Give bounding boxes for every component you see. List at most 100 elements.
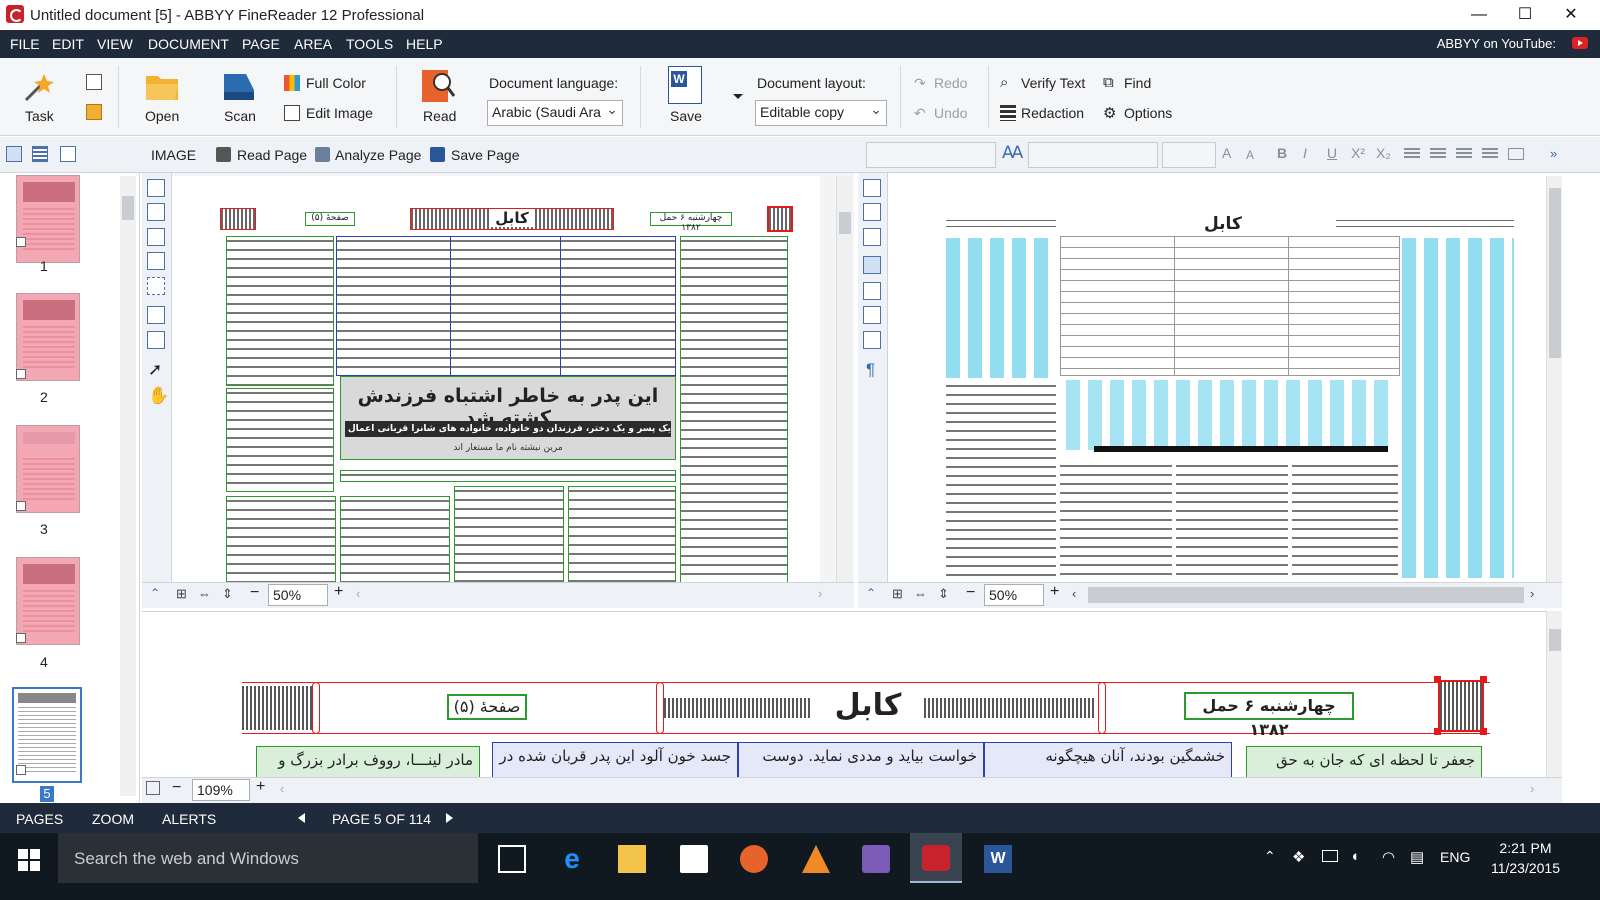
alerts-tab[interactable]: ALERTS <box>162 811 216 827</box>
redaction-icon[interactable] <box>1000 105 1016 121</box>
details-view-icon[interactable] <box>32 146 48 162</box>
justify-icon[interactable] <box>1482 148 1498 160</box>
menu-help[interactable]: HELP <box>406 36 443 52</box>
text-region[interactable] <box>226 388 334 492</box>
table-region[interactable] <box>336 236 676 376</box>
menu-edit[interactable]: EDIT <box>52 36 84 52</box>
zoom-col3-region[interactable]: خواست بیاید و مددی نماید. دوست <box>738 742 984 777</box>
maximize-button[interactable]: ☐ <box>1502 0 1548 30</box>
image-pane-scrollbar[interactable] <box>836 176 852 582</box>
read-page-button[interactable]: Read Page <box>237 147 307 163</box>
task-wand-icon[interactable] <box>20 70 60 104</box>
collapse-up-icon[interactable]: ⌃ <box>866 586 876 600</box>
minimize-button[interactable]: — <box>1456 0 1502 30</box>
menu-page[interactable]: PAGE <box>242 36 280 52</box>
task-button[interactable]: Task <box>25 108 54 124</box>
masthead-region[interactable]: کابل <box>410 208 614 230</box>
volume-icon[interactable]: ◖ <box>1350 848 1359 865</box>
edge-browser-icon[interactable]: e <box>558 845 586 873</box>
italic-button[interactable]: I <box>1303 145 1307 161</box>
full-color-button[interactable]: Full Color <box>306 75 366 91</box>
zoom-col2-region[interactable]: جسد خون آلود این پدر قربان شده در <box>492 742 738 777</box>
pointer-tool-icon[interactable]: ➚ <box>148 360 162 380</box>
verify-text-button[interactable]: Verify Text <box>1021 75 1085 91</box>
word-save-icon[interactable]: W <box>668 66 702 104</box>
scroll-left-icon[interactable]: ‹ <box>1072 586 1076 601</box>
find-binoculars-icon[interactable]: ⧉ <box>1103 74 1114 91</box>
menu-file[interactable]: FILE <box>10 36 40 52</box>
table-icon[interactable] <box>1508 148 1524 160</box>
text-zoom-select[interactable]: 50% <box>984 584 1044 606</box>
text-pane-hscroll-thumb[interactable] <box>1088 587 1524 603</box>
page-thumbnail-1[interactable] <box>16 175 80 263</box>
next-page-icon[interactable] <box>446 813 453 823</box>
bold-button[interactable]: B <box>1277 145 1287 161</box>
store-icon[interactable] <box>680 845 708 873</box>
verify-text-icon[interactable]: ⌕ <box>1000 74 1008 91</box>
firefox-icon[interactable] <box>740 845 768 873</box>
file-explorer-icon[interactable] <box>618 845 646 873</box>
save-page-button[interactable]: Save Page <box>451 147 520 163</box>
analyze-page-icon[interactable] <box>315 147 330 162</box>
document-layout-select[interactable]: Editable copy <box>755 100 887 126</box>
read-icon[interactable] <box>420 68 456 104</box>
image-zoom-select[interactable]: 50% <box>268 584 328 606</box>
youtube-icon[interactable] <box>1572 37 1588 49</box>
new-doc-icon[interactable] <box>86 74 102 90</box>
save-page-icon[interactable] <box>430 147 445 162</box>
collapse-up-icon[interactable]: ⌃ <box>150 586 160 600</box>
align-left-icon[interactable] <box>1404 148 1420 160</box>
menu-tools[interactable]: TOOLS <box>346 36 393 52</box>
zoom-in-button[interactable]: + <box>334 583 343 601</box>
style-select[interactable] <box>866 142 996 168</box>
battery-icon[interactable] <box>1322 850 1338 862</box>
page-image-canvas[interactable]: صفحهٔ (۵) کابل چهارشنبه ۶ حمل ۱۳۸۲ این پ… <box>172 176 820 582</box>
action-center-icon[interactable]: ▤ <box>1410 848 1424 866</box>
zoom-col5-region[interactable]: جعفر تا لحظه ای که جان به حق <box>1246 746 1482 777</box>
zoom-in-button[interactable]: + <box>1050 583 1059 601</box>
read-button[interactable]: Read <box>423 108 456 124</box>
font-select[interactable] <box>1028 142 1158 168</box>
menu-view[interactable]: VIEW <box>97 36 133 52</box>
finereader-app-icon[interactable] <box>6 5 24 23</box>
pilcrow-icon[interactable]: ¶ <box>866 360 875 380</box>
scroll-left-icon[interactable]: ‹ <box>280 781 284 796</box>
text-region[interactable] <box>454 486 564 582</box>
fit-width-icon[interactable]: ⇔ <box>914 586 927 601</box>
save-dropdown-icon[interactable] <box>733 94 743 99</box>
headline-picture-region[interactable]: این پدر به خاطر اشتباه فرزندش کشته شد یک… <box>340 376 676 460</box>
page-thumbnail-2[interactable] <box>16 293 80 381</box>
align-center-icon[interactable] <box>1430 148 1446 160</box>
text-region[interactable] <box>226 496 336 582</box>
shrink-font-button[interactable]: A <box>1246 148 1254 162</box>
open-folder-icon[interactable] <box>144 70 180 102</box>
fit-height-icon[interactable]: ⇕ <box>938 586 949 602</box>
taskbar-clock[interactable]: 2:21 PM 11/23/2015 <box>1491 838 1560 878</box>
menu-area[interactable]: AREA <box>294 36 332 52</box>
undo-icon[interactable]: ↶ <box>914 105 926 122</box>
zoom-in-button[interactable]: + <box>256 778 265 796</box>
fit-height-icon[interactable]: ⇕ <box>222 586 233 602</box>
scroll-right-icon[interactable]: › <box>818 586 822 601</box>
edit-image-icon[interactable] <box>284 105 300 121</box>
scanner-icon[interactable] <box>220 70 258 104</box>
zoom-out-button[interactable]: − <box>966 584 975 602</box>
zoom-date-region[interactable]: چهارشنبه ۶ حمل ۱۳۸۲ <box>1184 692 1354 739</box>
background-picture-tool-icon[interactable] <box>147 228 165 246</box>
close-button[interactable]: ✕ <box>1548 0 1594 30</box>
zoom-tab[interactable]: ZOOM <box>92 811 134 827</box>
superscript-button[interactable]: X² <box>1351 145 1365 161</box>
text-pane-scrollbar[interactable] <box>1546 176 1562 582</box>
scroll-left-icon[interactable]: ‹ <box>356 586 360 601</box>
text-region[interactable] <box>340 496 450 582</box>
ruler-icon[interactable] <box>863 306 881 324</box>
zoom-selected-area[interactable] <box>1438 680 1484 732</box>
page-thumbnail-4[interactable] <box>16 557 80 645</box>
zoom-pane-zoom-select[interactable]: 109% <box>192 779 250 801</box>
text-region[interactable] <box>680 236 788 582</box>
scan-button[interactable]: Scan <box>224 108 256 124</box>
show-pictures-icon[interactable] <box>863 203 881 221</box>
fit-page-icon[interactable]: ⊞ <box>176 586 187 602</box>
save-button[interactable]: Save <box>670 108 702 124</box>
fit-width-icon[interactable]: ⇔ <box>198 586 211 601</box>
